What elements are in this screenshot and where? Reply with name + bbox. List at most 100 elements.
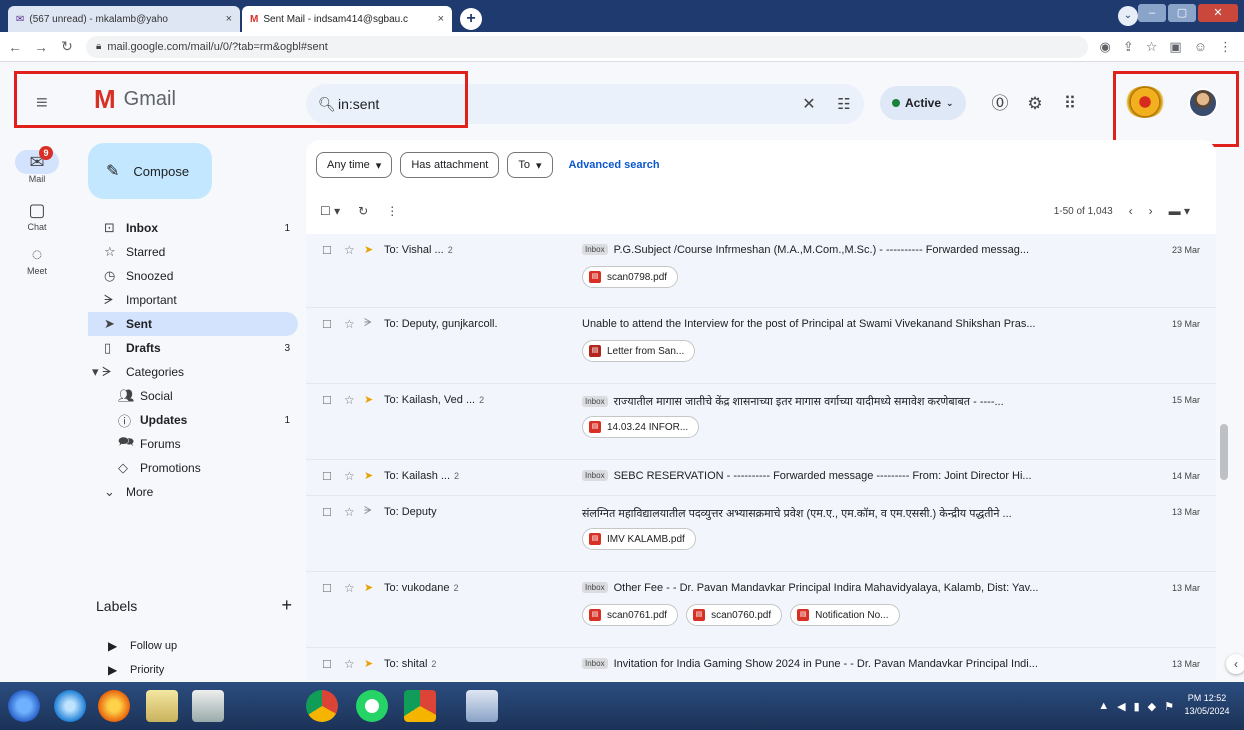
sidebar-item-important[interactable]: ᗒ Important (88, 288, 298, 312)
sidebar-item-drafts[interactable]: ▯ Drafts 3 (88, 336, 298, 360)
star-icon[interactable]: ☆ (344, 505, 355, 519)
attachment-chip[interactable]: ▤ Letter from San... (582, 340, 696, 362)
more-actions-icon[interactable]: ⋮ (386, 204, 398, 218)
important-marker-icon[interactable]: ➤ (364, 243, 373, 256)
clear-search-icon[interactable]: ✕ (794, 94, 824, 114)
filter-any-time[interactable]: Any time ▾ (316, 152, 393, 178)
taskbar-clock[interactable]: PM 12:52 13/05/2024 (1178, 692, 1236, 718)
rail-item-mail[interactable]: ✉ 9 Mail (12, 146, 62, 184)
help-icon[interactable]: ⓪ (988, 92, 1012, 116)
search-input[interactable] (338, 96, 794, 112)
minimize-icon[interactable]: – (1138, 4, 1166, 22)
next-page-icon[interactable]: › (1149, 204, 1153, 218)
whatsapp-icon[interactable] (356, 690, 388, 722)
firefox-icon[interactable] (98, 690, 130, 722)
apps-grid-icon[interactable]: ⠿ (1058, 92, 1082, 116)
close-window-icon[interactable]: ✕ (1198, 4, 1238, 22)
select-all-checkbox[interactable]: ☐ ▾ (320, 204, 340, 218)
email-row[interactable]: ☐ ☆ ➤ To: Vishal ... 2 Inbox P.G.Subject /… (306, 234, 1216, 308)
row-checkbox[interactable]: ☐ (322, 318, 332, 331)
organization-emblem-icon[interactable] (1125, 86, 1165, 118)
rail-item-chat[interactable]: ▢ Chat (12, 198, 62, 232)
gmail-logo[interactable]: M Gmail (94, 86, 176, 112)
flag-icon[interactable]: ⚑ (1164, 700, 1174, 713)
row-checkbox[interactable]: ☐ (322, 244, 332, 257)
email-row[interactable]: ☐ ☆ ➤ To: Kailash, Ved ... 2 Inbox राज्यात… (306, 384, 1216, 460)
previous-page-icon[interactable]: ‹ (1129, 204, 1133, 218)
browser-tab-yahoo[interactable]: ✉ (567 unread) - mkalamb@yaho × (8, 6, 240, 32)
star-icon[interactable]: ☆ (344, 317, 355, 331)
add-label-button[interactable]: + (281, 596, 292, 614)
attachment-chip[interactable]: ▤ scan0761.pdf (582, 604, 679, 626)
sidebar-item-snoozed[interactable]: ◷ Snoozed (88, 264, 298, 288)
battery-icon[interactable]: ▮ (1134, 700, 1140, 713)
row-checkbox[interactable]: ☐ (322, 506, 332, 519)
important-marker-icon[interactable]: ➤ (364, 393, 373, 406)
document-viewer-icon[interactable] (466, 690, 498, 722)
sidebar-item-updates[interactable]: ⓘ Updates 1 (88, 408, 298, 432)
status-selector[interactable]: Active ⌄ (880, 86, 966, 120)
label-item[interactable]: ▶ Priority (88, 658, 298, 682)
attachment-chip[interactable]: ▤ scan0760.pdf (686, 604, 783, 626)
chrome-active-icon[interactable] (404, 690, 436, 722)
share-icon[interactable]: ⇪ (1123, 39, 1134, 55)
sidebar-item-forums[interactable]: 🗪︎ Forums (88, 432, 298, 456)
important-marker-icon[interactable]: ➤ (364, 657, 373, 670)
security-icon[interactable]: ◆ (1148, 700, 1156, 713)
search-options-icon[interactable]: ☷ (824, 95, 864, 113)
tab-search-dropdown-icon[interactable]: ⌄ (1118, 6, 1138, 26)
star-icon[interactable]: ☆ (344, 393, 355, 407)
row-checkbox[interactable]: ☐ (322, 582, 332, 595)
side-panel-toggle-icon[interactable]: ‹ (1226, 654, 1244, 674)
email-row[interactable]: ☐ ☆ ➤ To: shital 2 Inbox Invitation for In… (306, 648, 1216, 680)
network-icon[interactable]: ▲ (1098, 700, 1109, 713)
important-marker-icon[interactable]: ᗒ (364, 317, 372, 330)
row-checkbox[interactable]: ☐ (322, 470, 332, 483)
profile-icon[interactable]: ☺ (1194, 39, 1207, 55)
search-icon[interactable]: 🔍︎ (318, 96, 338, 113)
browser-tab-gmail[interactable]: M Sent Mail - indsam414@sgbau.c × (242, 6, 452, 32)
sidebar-icon[interactable]: ▣ (1169, 39, 1181, 55)
menu-dots-icon[interactable]: ⋮ (1219, 39, 1232, 55)
label-item[interactable]: ▶ Follow up (88, 634, 298, 658)
scrollbar-thumb[interactable] (1220, 424, 1228, 480)
star-icon[interactable]: ☆ (344, 469, 355, 483)
account-avatar[interactable] (1188, 88, 1218, 118)
row-checkbox[interactable]: ☐ (322, 394, 332, 407)
close-tab-icon[interactable]: × (438, 13, 444, 25)
important-marker-icon[interactable]: ➤ (364, 581, 373, 594)
important-marker-icon[interactable]: ➤ (364, 469, 373, 482)
compose-button[interactable]: ✎ Compose (88, 143, 212, 199)
internet-explorer-icon[interactable] (54, 690, 86, 722)
email-row[interactable]: ☐ ☆ ᗒ To: Deputy संलग्नित महाविद्यालयाती… (306, 496, 1216, 572)
volume-icon[interactable]: ◀ (1117, 700, 1125, 713)
start-button-icon[interactable] (8, 690, 40, 722)
filter-has-attachment[interactable]: Has attachment (400, 152, 500, 178)
advanced-search-link[interactable]: Advanced search (569, 159, 660, 171)
star-icon[interactable]: ☆ (344, 581, 355, 595)
rail-item-meet[interactable]: ◌ Meet (12, 242, 62, 276)
attachment-chip[interactable]: ▤ scan0798.pdf (582, 266, 679, 288)
sidebar-item-more[interactable]: ⌄ More (88, 480, 298, 504)
maximize-icon[interactable]: ▢ (1168, 4, 1196, 22)
back-icon[interactable]: ← (4, 39, 26, 55)
main-menu-icon[interactable]: ≡ (36, 92, 48, 115)
filter-to[interactable]: To ▾ (507, 152, 553, 178)
refresh-icon[interactable]: ↻ (358, 204, 368, 218)
important-marker-icon[interactable]: ᗒ (364, 505, 372, 518)
forward-icon[interactable]: → (30, 39, 52, 55)
media-player-icon[interactable] (192, 690, 224, 722)
sidebar-item-starred[interactable]: ☆ Starred (88, 240, 298, 264)
sidebar-item-promotions[interactable]: ◇ Promotions (88, 456, 298, 480)
sidebar-item-inbox[interactable]: ⊡ Inbox 1 (88, 216, 298, 240)
close-tab-icon[interactable]: × (226, 13, 232, 25)
attachment-chip[interactable]: ▤ IMV KALAMB.pdf (582, 528, 696, 550)
eye-icon[interactable]: ◉ (1100, 39, 1111, 55)
email-row[interactable]: ☐ ☆ ᗒ To: Deputy, gunjkarcoll. Unable to… (306, 308, 1216, 384)
bookmark-star-icon[interactable]: ☆ (1146, 39, 1158, 55)
settings-gear-icon[interactable]: ⚙ (1023, 92, 1047, 116)
reload-icon[interactable]: ↻ (56, 38, 78, 55)
attachment-chip[interactable]: ▤ Notification No... (790, 604, 900, 626)
file-explorer-icon[interactable] (146, 690, 178, 722)
sidebar-item-social[interactable]: 👥︎ Social (88, 384, 298, 408)
